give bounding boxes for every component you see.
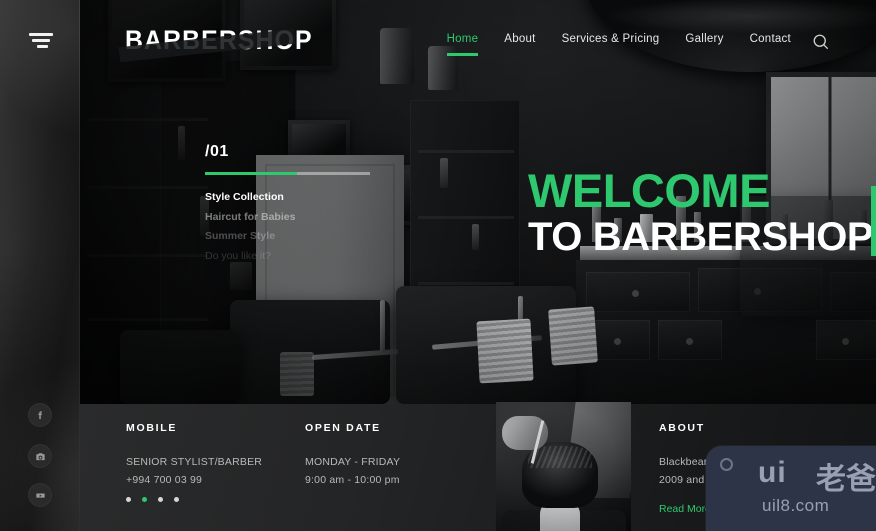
info-column-open-date: OPEN DATE MONDAY - FRIDAY 9:00 am - 10:0… bbox=[305, 422, 400, 489]
slider-dots bbox=[126, 497, 179, 502]
slider-dot-1[interactable] bbox=[126, 497, 131, 502]
watermark-circle-icon bbox=[720, 458, 733, 471]
slide-item-style-collection[interactable]: Style Collection bbox=[205, 192, 375, 203]
watermark-brand: ui bbox=[758, 456, 787, 489]
instagram-icon[interactable] bbox=[28, 444, 52, 468]
slide-progress-fill bbox=[205, 172, 298, 175]
burger-line-3 bbox=[37, 45, 48, 48]
headline-to-barbershop: TO BARBERSHOP bbox=[528, 215, 874, 260]
slide-item-haircut-for-babies[interactable]: Haircut for Babies bbox=[205, 211, 375, 223]
barber-photo-thumbnail[interactable] bbox=[496, 402, 631, 531]
nav-item-services[interactable]: Services & Pricing bbox=[562, 33, 660, 45]
watermark-domain: uil8.com bbox=[762, 496, 830, 515]
watermark-brand-cn: 老爸 bbox=[816, 462, 876, 497]
slide-title-list: Style Collection Haircut for Babies Summ… bbox=[205, 192, 375, 261]
read-more-link[interactable]: Read More bbox=[659, 503, 711, 515]
info-column-mobile: MOBILE SENIOR STYLIST/BARBER +994 700 03… bbox=[126, 422, 262, 489]
slide-progress-bar bbox=[205, 172, 370, 175]
info-mobile-role: SENIOR STYLIST/BARBER bbox=[126, 456, 263, 468]
burger-line-1 bbox=[29, 33, 53, 36]
info-title-mobile: MOBILE bbox=[126, 422, 178, 434]
headline-welcome: WELCOME bbox=[528, 164, 770, 217]
site-logo[interactable]: BARBERSHOP bbox=[118, 25, 329, 63]
info-title-about: ABOUT bbox=[659, 422, 705, 434]
info-mobile-phone: +994 700 03 99 bbox=[126, 474, 203, 487]
info-open-hours: 9:00 am - 10:00 pm bbox=[305, 474, 400, 487]
site-header: BARBERSHOP Home About Services & Pricing… bbox=[80, 0, 876, 84]
next-slide-accent-bar[interactable] bbox=[871, 186, 876, 256]
nav-item-contact[interactable]: Contact bbox=[750, 33, 791, 45]
slider-dot-4[interactable] bbox=[174, 497, 179, 502]
watermark-overlay: ui 老爸 uil8.com bbox=[706, 446, 876, 531]
nav-item-home[interactable]: Home bbox=[446, 33, 479, 56]
hero-headline: WELCOME TO BARBERSHOP bbox=[528, 164, 874, 260]
burger-line-2 bbox=[32, 39, 50, 42]
slider-dot-2[interactable] bbox=[142, 497, 147, 502]
hamburger-menu-icon[interactable] bbox=[29, 33, 53, 49]
left-sidebar bbox=[0, 0, 80, 531]
info-title-open-date: OPEN DATE bbox=[305, 422, 381, 434]
barbershop-landing-page: /01 Style Collection Haircut for Babies … bbox=[0, 0, 876, 531]
search-icon[interactable] bbox=[811, 32, 831, 52]
nav-item-about[interactable]: About bbox=[504, 33, 535, 45]
nav-item-gallery[interactable]: Gallery bbox=[685, 33, 723, 45]
main-navigation: Home About Services & Pricing Gallery Co… bbox=[446, 33, 791, 56]
facebook-icon[interactable] bbox=[28, 403, 52, 427]
slider-caption: /01 Style Collection Haircut for Babies … bbox=[205, 143, 375, 270]
info-open-days: MONDAY - FRIDAY bbox=[305, 456, 401, 468]
slide-item-do-you-like-it[interactable]: Do you like it? bbox=[205, 250, 375, 262]
logo-text: BARBERSHOP bbox=[125, 25, 313, 55]
slide-number: /01 bbox=[205, 143, 229, 160]
youtube-icon[interactable] bbox=[28, 483, 52, 507]
slider-dot-3[interactable] bbox=[158, 497, 163, 502]
slide-item-summer-style[interactable]: Summer Style bbox=[205, 231, 375, 242]
